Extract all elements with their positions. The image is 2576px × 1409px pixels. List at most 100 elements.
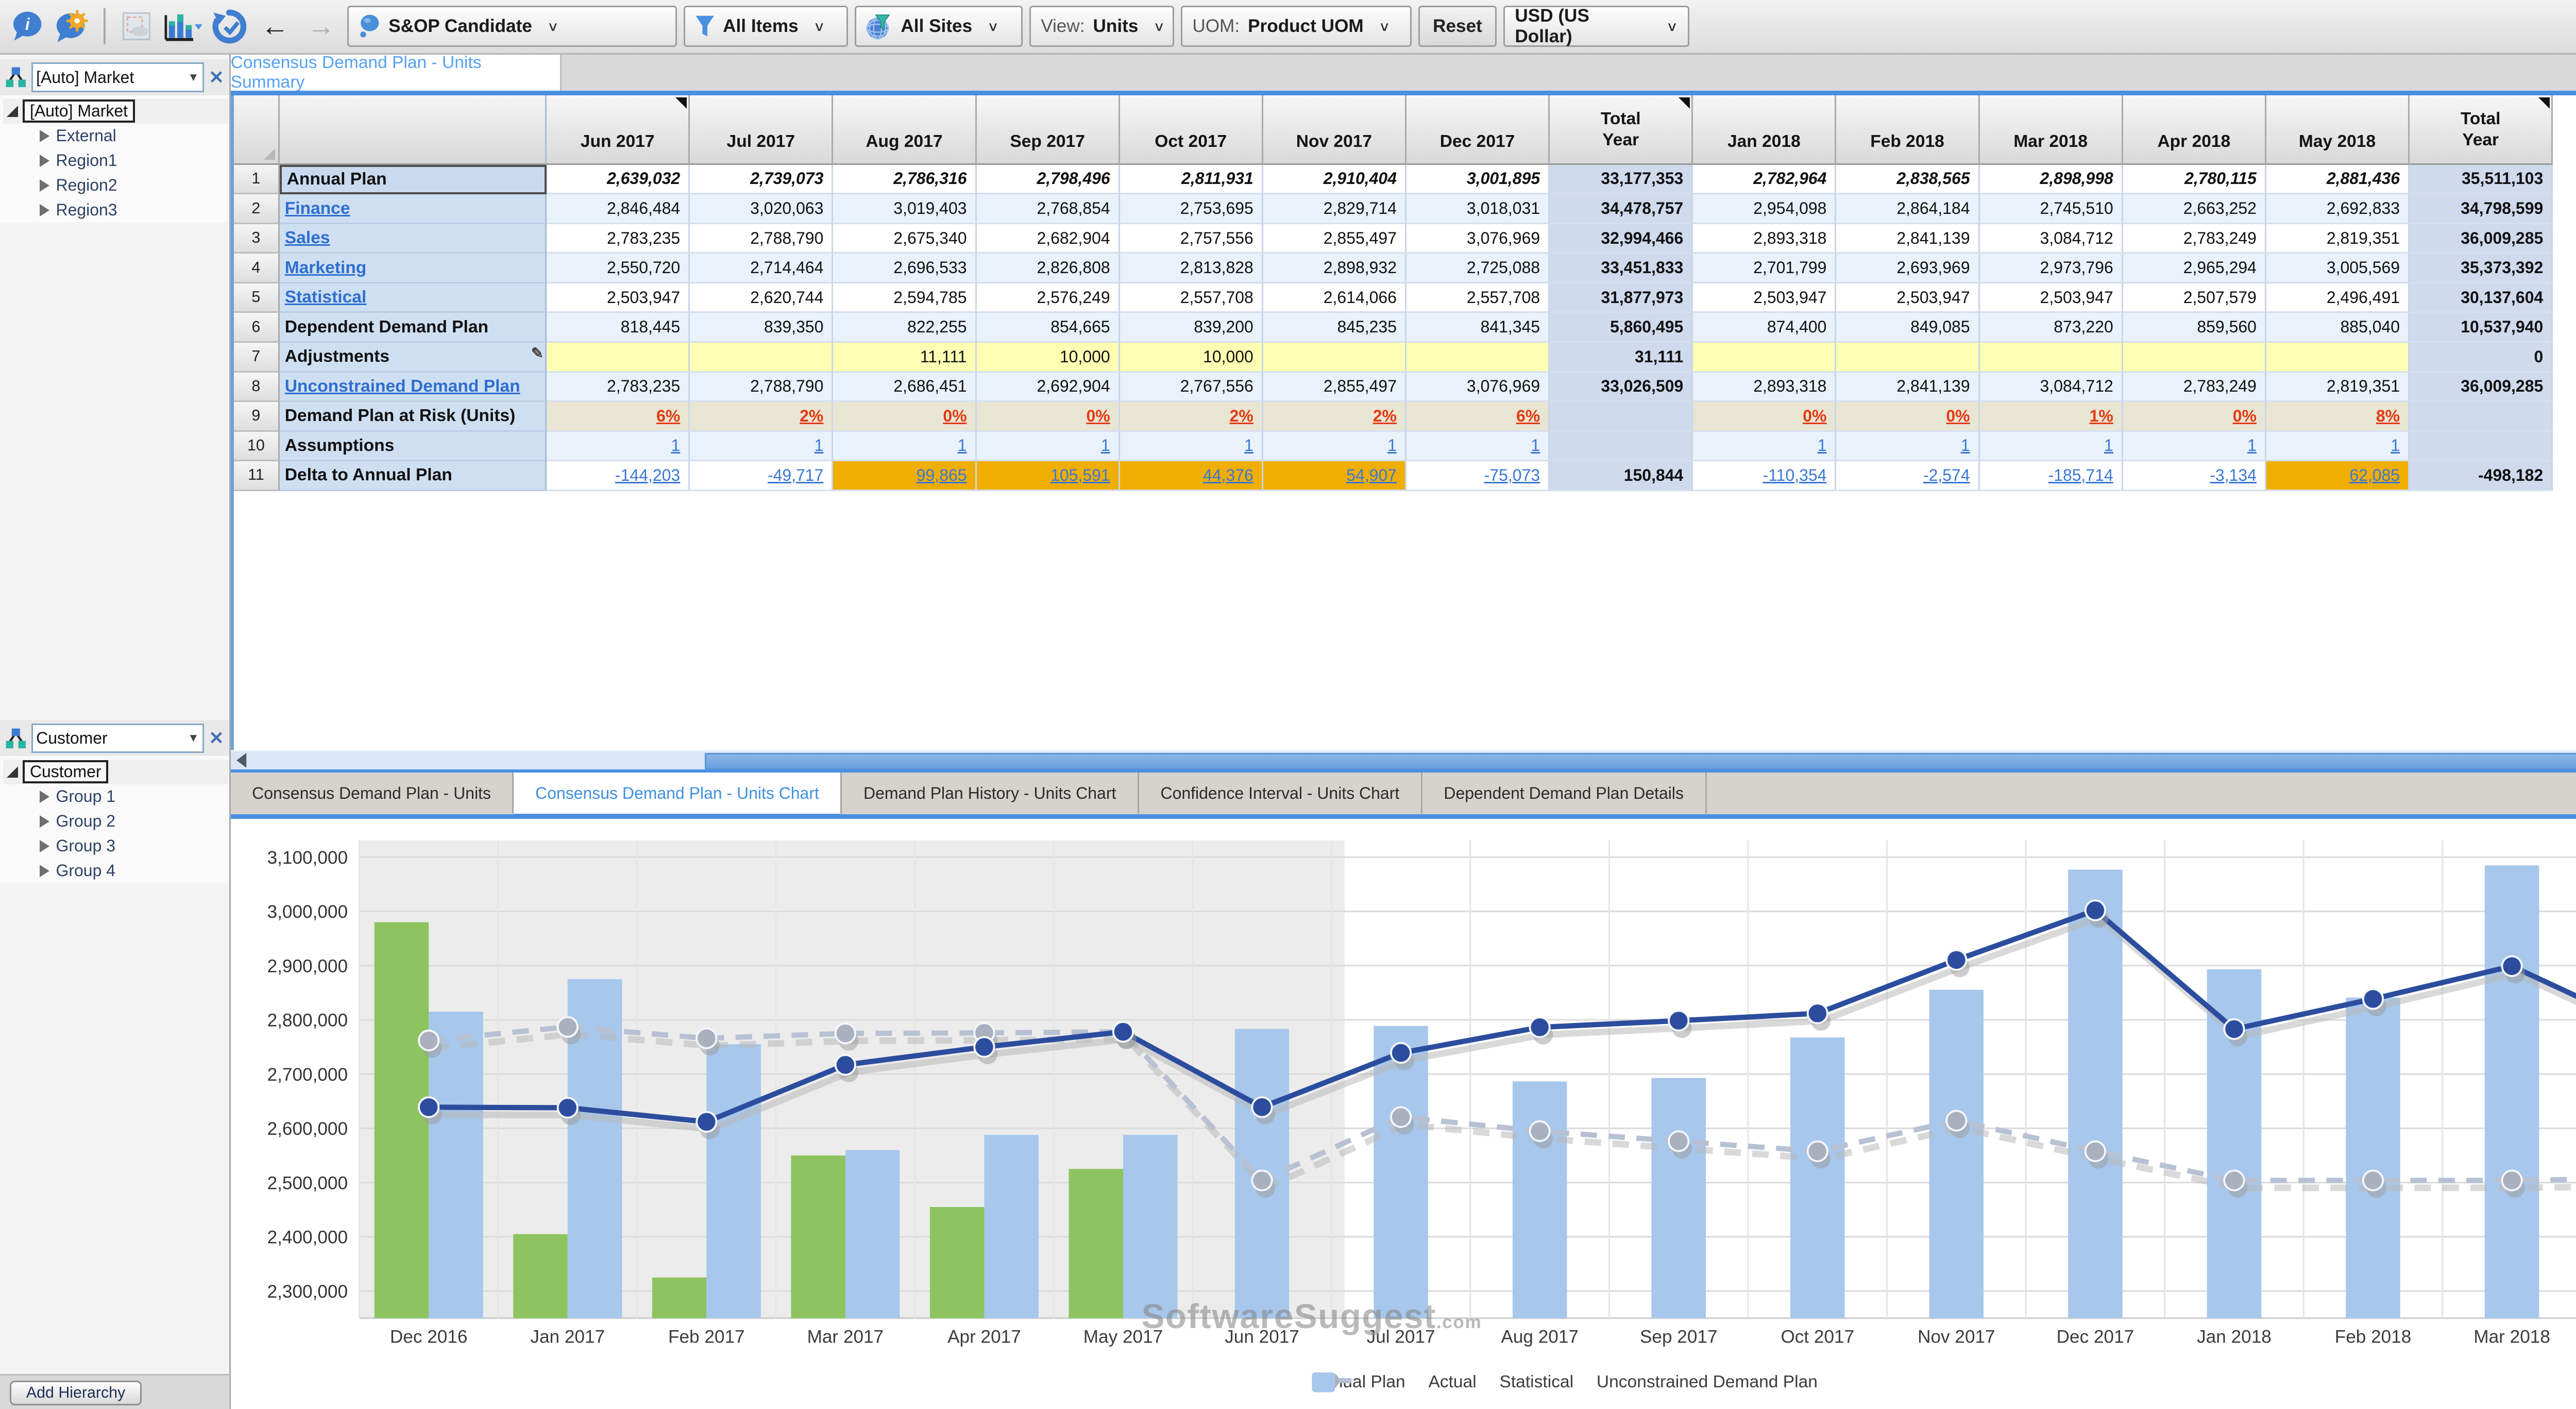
row-number[interactable]: 11 xyxy=(234,461,280,491)
grid-cell[interactable] xyxy=(2266,343,2410,373)
grid-cell[interactable]: 150,844 xyxy=(1550,461,1693,491)
collapsed-icon[interactable] xyxy=(40,204,49,216)
grid-cell[interactable]: 34,478,757 xyxy=(1550,194,1693,224)
grid-cell[interactable]: 1 xyxy=(1263,432,1406,462)
grid-cell[interactable]: 2,620,744 xyxy=(690,283,833,313)
grid-cell[interactable] xyxy=(1550,432,1693,462)
grid-cell[interactable]: 2,782,964 xyxy=(1693,165,1836,195)
grid-cell[interactable]: 6% xyxy=(1406,402,1550,432)
grid-cell[interactable]: 31,111 xyxy=(1550,343,1693,373)
tree-item[interactable]: Group 4 xyxy=(3,859,229,883)
grid-cell[interactable]: 35,373,392 xyxy=(2410,254,2553,283)
grid-cell[interactable]: 0 xyxy=(2410,343,2553,373)
grid-cell[interactable]: 859,560 xyxy=(2123,313,2266,343)
scrollbar-thumb[interactable] xyxy=(705,753,2576,769)
grid-cell[interactable]: 2,829,714 xyxy=(1263,194,1406,224)
grid-cell[interactable]: 1 xyxy=(1120,432,1263,462)
grid-cell[interactable] xyxy=(547,343,690,373)
grid-cell[interactable]: 841,345 xyxy=(1406,313,1550,343)
column-header[interactable]: TotalYear xyxy=(2410,95,2553,164)
row-number[interactable]: 1 xyxy=(234,165,280,195)
grid-cell[interactable]: 2,783,235 xyxy=(547,224,690,254)
grid-cell[interactable]: 2,745,510 xyxy=(1980,194,2123,224)
grid-cell[interactable]: 2,838,565 xyxy=(1836,165,1979,195)
grid-cell[interactable]: 44,376 xyxy=(1120,461,1263,491)
grid-cell[interactable]: 885,040 xyxy=(2266,313,2410,343)
column-header[interactable]: Dec 2017 xyxy=(1406,95,1550,164)
tab-confidence-interval-units-chart[interactable]: Confidence Interval - Units Chart xyxy=(1139,773,1422,814)
grid-cell[interactable]: 1 xyxy=(2266,432,2410,462)
grid-cell[interactable] xyxy=(1693,343,1836,373)
column-header[interactable]: Jun 2017 xyxy=(547,95,690,164)
grid-cell[interactable]: 6% xyxy=(547,402,690,432)
tree-item[interactable]: Group 1 xyxy=(3,784,229,809)
grid-cell[interactable]: 1 xyxy=(1693,432,1836,462)
grid-cell[interactable]: 1 xyxy=(1406,432,1550,462)
grid-cell[interactable]: 0% xyxy=(977,402,1120,432)
row-number[interactable]: 7 xyxy=(234,343,280,373)
grid-cell[interactable]: -110,354 xyxy=(1693,461,1836,491)
grid-cell[interactable]: 1 xyxy=(2123,432,2266,462)
grid-cell[interactable]: 2,714,464 xyxy=(690,254,833,283)
tree-item[interactable]: External xyxy=(3,124,229,148)
row-number[interactable]: 9 xyxy=(234,402,280,432)
grid-cell[interactable]: 10,000 xyxy=(977,343,1120,373)
tree-root-item[interactable]: Customer xyxy=(3,760,229,784)
grid-cell[interactable]: 33,026,509 xyxy=(1550,373,1693,402)
grid-cell[interactable]: 2,594,785 xyxy=(833,283,976,313)
grid-cell[interactable]: 2,686,451 xyxy=(833,373,976,402)
grid-cell[interactable]: 3,076,969 xyxy=(1406,373,1550,402)
column-header[interactable]: Mar 2018 xyxy=(1980,95,2123,164)
grid-cell[interactable]: 2,739,073 xyxy=(690,165,833,195)
grid-cell[interactable]: 5,860,495 xyxy=(1550,313,1693,343)
row-number[interactable]: 8 xyxy=(234,373,280,402)
grid-cell[interactable]: 3,084,712 xyxy=(1980,224,2123,254)
grid-cell[interactable]: 31,877,973 xyxy=(1550,283,1693,313)
grid-cell[interactable]: 839,200 xyxy=(1120,313,1263,343)
collapsed-icon[interactable] xyxy=(40,815,49,828)
grid-cell[interactable]: 2% xyxy=(1120,402,1263,432)
grid-cell[interactable]: 2,855,497 xyxy=(1263,224,1406,254)
grid-cell[interactable]: 2,639,032 xyxy=(547,165,690,195)
grid-cell[interactable]: 2,693,969 xyxy=(1836,254,1979,283)
tab-dependent-demand-plan-details[interactable]: Dependent Demand Plan Details xyxy=(1422,773,1707,814)
grid-cell[interactable]: 2,855,497 xyxy=(1263,373,1406,402)
grid-cell[interactable] xyxy=(1263,343,1406,373)
grid-cell[interactable]: 105,591 xyxy=(977,461,1120,491)
select-all-corner[interactable] xyxy=(234,95,280,164)
grid-cell[interactable]: 2,898,932 xyxy=(1263,254,1406,283)
grid-cell[interactable]: 2,725,088 xyxy=(1406,254,1550,283)
grid-cell[interactable]: 62,085 xyxy=(2266,461,2410,491)
grid-cell[interactable]: 2,682,904 xyxy=(977,224,1120,254)
grid-cell[interactable] xyxy=(2410,402,2553,432)
tree-item[interactable]: Group 3 xyxy=(3,834,229,859)
grid-cell[interactable]: 35,511,103 xyxy=(2410,165,2553,195)
grid-cell[interactable]: 854,665 xyxy=(977,313,1120,343)
grid-cell[interactable]: 849,085 xyxy=(1836,313,1979,343)
grid-cell[interactable]: 3,019,403 xyxy=(833,194,976,224)
grid-cell[interactable]: 3,084,712 xyxy=(1980,373,2123,402)
grid-cell[interactable]: 1 xyxy=(977,432,1120,462)
grid-cell[interactable]: 0% xyxy=(2123,402,2266,432)
grid-cell[interactable]: 3,005,569 xyxy=(2266,254,2410,283)
grid-cell[interactable]: 2,503,947 xyxy=(1836,283,1979,313)
collapsed-icon[interactable] xyxy=(40,179,49,192)
grid-cell[interactable] xyxy=(1836,343,1979,373)
grid-cell[interactable]: 54,907 xyxy=(1263,461,1406,491)
grid-cell[interactable]: 874,400 xyxy=(1693,313,1836,343)
grid-cell[interactable]: -498,182 xyxy=(2410,461,2553,491)
collapsed-icon[interactable] xyxy=(40,155,49,167)
grid-cell[interactable]: -49,717 xyxy=(690,461,833,491)
reset-button[interactable]: Reset xyxy=(1418,6,1497,47)
grid-cell[interactable]: 818,445 xyxy=(547,313,690,343)
grid-cell[interactable]: 2,973,796 xyxy=(1980,254,2123,283)
grid-cell[interactable] xyxy=(2410,432,2553,462)
grid-cell[interactable]: 2,965,294 xyxy=(2123,254,2266,283)
grid-cell[interactable]: 1 xyxy=(690,432,833,462)
chevron-down-icon[interactable]: ▼ xyxy=(188,731,199,745)
grid-cell[interactable]: 3,018,031 xyxy=(1406,194,1550,224)
tree-item[interactable]: Group 2 xyxy=(3,809,229,834)
grid-cell[interactable]: 873,220 xyxy=(1980,313,2123,343)
grid-cell[interactable]: 2,753,695 xyxy=(1120,194,1263,224)
row-number[interactable]: 4 xyxy=(234,254,280,283)
